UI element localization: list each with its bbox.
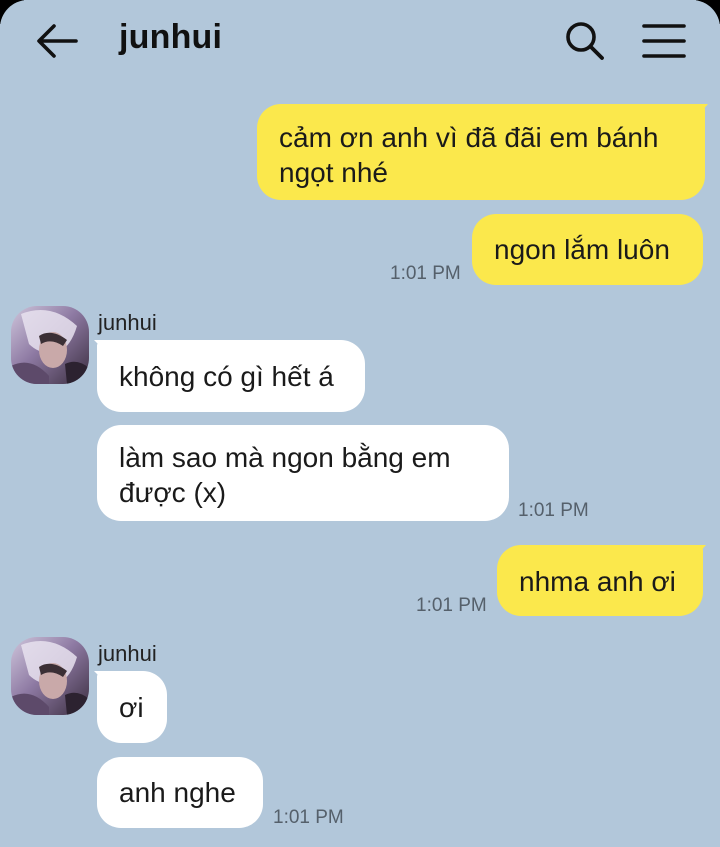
search-icon[interactable] bbox=[562, 18, 608, 64]
message-bubble-sent[interactable]: cảm ơn anh vì đã đãi em bánh ngọt nhé bbox=[257, 104, 705, 200]
message-bubble-received[interactable]: không có gì hết á bbox=[97, 340, 365, 412]
bubble-tail bbox=[694, 104, 708, 120]
avatar[interactable] bbox=[11, 637, 89, 715]
message-text: làm sao mà ngon bằng em được (x) bbox=[119, 442, 451, 508]
message-timestamp: 1:01 PM bbox=[390, 263, 461, 284]
hamburger-menu-icon[interactable] bbox=[638, 20, 690, 62]
message-timestamp: 1:01 PM bbox=[273, 807, 344, 828]
message-bubble-sent[interactable]: nhma anh ơi bbox=[497, 545, 703, 616]
message-text: ơi bbox=[119, 692, 144, 723]
message-bubble-received[interactable]: làm sao mà ngon bằng em được (x) bbox=[97, 425, 509, 521]
message-text: không có gì hết á bbox=[119, 361, 334, 392]
chat-header: junhui bbox=[0, 0, 720, 82]
message-timestamp: 1:01 PM bbox=[518, 500, 589, 521]
avatar[interactable] bbox=[11, 306, 89, 384]
arrow-left-icon[interactable] bbox=[34, 20, 80, 62]
avatar-image bbox=[11, 306, 89, 384]
message-text: ngon lắm luôn bbox=[494, 234, 670, 265]
message-text: nhma anh ơi bbox=[519, 566, 676, 597]
sender-name: junhui bbox=[98, 310, 157, 335]
message-bubble-received[interactable]: anh nghe bbox=[97, 757, 263, 828]
sender-name: junhui bbox=[98, 641, 157, 666]
bubble-tail bbox=[692, 545, 706, 561]
message-text: anh nghe bbox=[119, 777, 236, 808]
bubble-tail bbox=[94, 340, 110, 356]
bubble-tail bbox=[94, 671, 110, 687]
message-timestamp: 1:01 PM bbox=[416, 595, 487, 616]
avatar-image bbox=[11, 637, 89, 715]
message-bubble-sent[interactable]: ngon lắm luôn bbox=[472, 214, 703, 285]
message-text: cảm ơn anh vì đã đãi em bánh ngọt nhé bbox=[279, 122, 659, 188]
chat-screen: junhui cảm ơn anh vì đã đãi em bánh ngọt… bbox=[0, 0, 720, 847]
chat-title: junhui bbox=[119, 18, 223, 56]
